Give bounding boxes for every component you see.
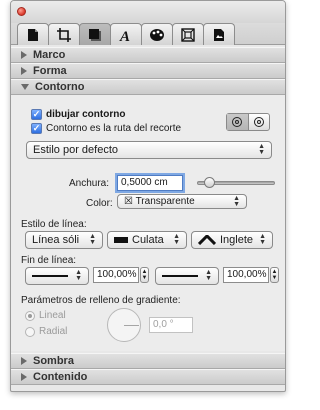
radio-selected-icon (25, 310, 35, 321)
tab-graphic[interactable] (79, 23, 111, 45)
color-value: ☒ Transparente (124, 196, 195, 207)
linear-radio[interactable]: Lineal (25, 310, 66, 321)
draw-stroke-row[interactable]: ✓ dibujar contorno (31, 109, 125, 120)
shadow-square-icon (89, 28, 101, 41)
stroke-inside-button[interactable] (227, 114, 249, 130)
popup-arrows-icon: ▲ ▼ (173, 233, 180, 246)
popup-arrows-icon: ▲ ▼ (89, 233, 96, 246)
line-end-label: Fin de línea: (21, 255, 77, 266)
section-sombra[interactable]: Sombra (11, 353, 285, 369)
line-start-percent-field[interactable]: 100,00% (93, 267, 139, 283)
popup-arrows-icon: ▲ ▼ (259, 233, 266, 246)
cap-value: Culata (132, 234, 164, 246)
document-icon (28, 28, 38, 41)
ring-icon (253, 117, 264, 127)
join-value: Inglete (220, 234, 254, 246)
section-forma[interactable]: Forma (11, 63, 285, 79)
disclosure-triangle-icon (21, 357, 27, 365)
line-end-icon (162, 275, 198, 277)
line-end-stepper[interactable]: ▲ ▼ (270, 267, 279, 283)
section-sombra-label: Sombra (33, 355, 74, 367)
popup-arrows-icon: ▲ ▼ (205, 269, 212, 282)
angle-dial-hand (124, 325, 139, 326)
line-style-popup[interactable]: Línea sóli ▲ ▼ (25, 231, 103, 249)
ring-icon (232, 117, 243, 127)
tab-metrics[interactable] (172, 23, 204, 45)
gradient-params-label: Parámetros de relleno de gradiente: (21, 295, 181, 306)
disclosure-triangle-icon (21, 373, 27, 381)
line-end-popup[interactable]: ▲ ▼ (155, 267, 219, 285)
line-style-value: Línea sóli (32, 234, 80, 246)
popup-arrows-icon: ▲ ▼ (233, 194, 240, 208)
style-preset-value: Estilo por defecto (33, 144, 118, 156)
cap-popup[interactable]: Culata ▲ ▼ (107, 231, 187, 249)
stroke-is-path-row[interactable]: ✓ Contorno es la ruta del recorte (31, 123, 181, 134)
radial-label: Radial (39, 326, 68, 337)
line-start-stepper[interactable]: ▲ ▼ (140, 267, 149, 283)
line-start-icon (32, 275, 68, 277)
stroke-position-control (226, 113, 270, 131)
disclosure-triangle-open-icon (21, 84, 29, 90)
line-start-popup[interactable]: ▲ ▼ (25, 267, 89, 285)
inspector-panel: A Marco Forma Contorno ✓ dibujar contorn… (10, 0, 286, 392)
color-label: Color: (86, 198, 113, 209)
tab-text[interactable]: A (110, 23, 142, 45)
line-end-percent-field[interactable]: 100,00% (223, 267, 269, 283)
title-bar (11, 1, 285, 23)
section-contenido[interactable]: Contenido (11, 369, 285, 385)
cap-display: Culata (114, 234, 164, 246)
draw-stroke-checkbox[interactable]: ✓ (31, 109, 42, 120)
color-popup[interactable]: ☒ Transparente ▲ ▼ (117, 194, 247, 209)
section-forma-label: Forma (33, 65, 67, 77)
image-icon (214, 28, 224, 41)
close-button[interactable] (17, 7, 26, 16)
miter-join-icon (198, 235, 216, 245)
disclosure-triangle-icon (21, 51, 27, 59)
tab-image[interactable] (203, 23, 235, 45)
svg-text:A: A (119, 29, 130, 42)
width-label: Anchura: (69, 178, 110, 189)
radio-unselected-icon (25, 326, 35, 337)
contorno-content: ✓ dibujar contorno ✓ Contorno es la ruta… (11, 95, 285, 351)
font-icon: A (119, 29, 130, 42)
section-marco[interactable]: Marco (11, 47, 285, 63)
linear-label: Lineal (39, 310, 66, 321)
disclosure-triangle-icon (21, 67, 27, 75)
width-field[interactable]: 0,5000 cm (117, 175, 183, 191)
color-palette-icon (150, 28, 164, 41)
stroke-outside-button[interactable] (249, 114, 270, 130)
inspector-tabs: A (11, 23, 285, 45)
section-marco-label: Marco (33, 49, 66, 61)
stroke-is-path-label: Contorno es la ruta del recorte (46, 123, 182, 134)
tab-document[interactable] (17, 23, 49, 45)
stroke-is-path-checkbox[interactable]: ✓ (31, 123, 42, 134)
crop-icon (57, 27, 71, 42)
angle-dial[interactable] (107, 308, 141, 342)
join-popup[interactable]: Inglete ▲ ▼ (191, 231, 273, 249)
metrics-icon (181, 27, 195, 42)
style-preset-popup[interactable]: Estilo por defecto ▲ ▼ (26, 141, 272, 159)
join-display: Inglete (198, 234, 253, 246)
tab-crop[interactable] (48, 23, 80, 45)
tab-colors[interactable] (141, 23, 173, 45)
line-style-label: Estilo de línea: (21, 219, 87, 230)
angle-field[interactable]: 0,0 ° (149, 317, 193, 333)
butt-cap-icon (114, 237, 128, 243)
width-slider-knob[interactable] (203, 177, 215, 188)
popup-arrows-icon: ▲ ▼ (258, 143, 265, 156)
popup-arrows-icon: ▲ ▼ (75, 269, 82, 282)
section-contorno[interactable]: Contorno (11, 79, 285, 95)
radial-radio[interactable]: Radial (25, 326, 67, 337)
section-contorno-label: Contorno (35, 81, 85, 93)
draw-stroke-label: dibujar contorno (46, 109, 126, 120)
section-contenido-label: Contenido (33, 371, 88, 383)
